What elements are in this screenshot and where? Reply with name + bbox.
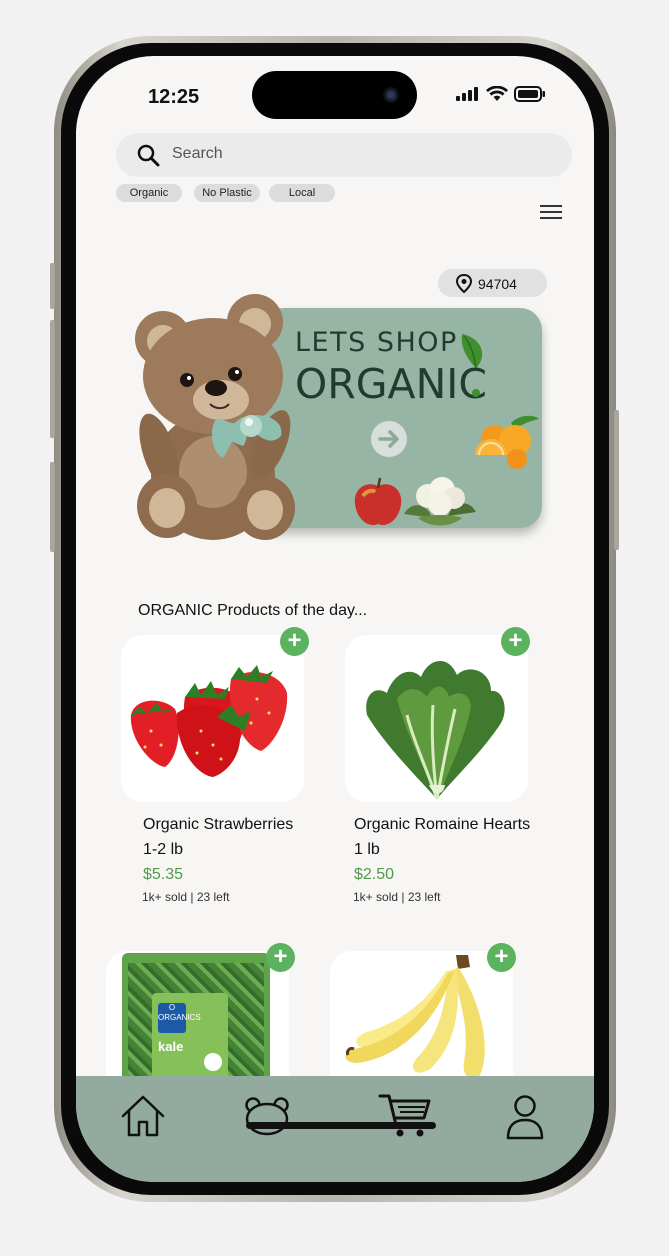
app-screen: 12:25 Search Organic No Plastic Local 94… bbox=[76, 56, 594, 1182]
product-card-romaine[interactable] bbox=[345, 635, 528, 802]
product-price: $2.50 bbox=[354, 866, 395, 883]
product-price: $5.35 bbox=[143, 866, 184, 883]
power-button bbox=[614, 410, 619, 550]
brand-logo: O ORGANICS bbox=[158, 1003, 201, 1033]
add-to-cart-button[interactable]: + bbox=[280, 627, 309, 656]
cart-icon[interactable] bbox=[378, 1093, 432, 1139]
product-card-strawberries[interactable] bbox=[121, 635, 304, 802]
add-to-cart-button[interactable]: + bbox=[501, 627, 530, 656]
product-weight: 1 lb bbox=[354, 841, 380, 858]
filter-chip-organic[interactable]: Organic bbox=[116, 184, 182, 202]
status-time: 12:25 bbox=[148, 86, 200, 108]
filter-chip-no-plastic[interactable]: No Plastic bbox=[194, 184, 260, 202]
volume-down-button bbox=[50, 462, 55, 552]
arrow-right-icon bbox=[378, 430, 399, 448]
strawberries-image bbox=[130, 665, 288, 777]
wifi-icon bbox=[486, 86, 508, 101]
dynamic-island bbox=[252, 71, 417, 119]
product-stock: 1k+ sold | 23 left bbox=[353, 890, 441, 904]
add-to-cart-button[interactable]: + bbox=[487, 943, 516, 972]
volume-up-button bbox=[50, 320, 55, 438]
apple-image bbox=[354, 477, 402, 526]
menu-icon[interactable] bbox=[540, 205, 562, 219]
section-title: ORGANIC Products of the day... bbox=[138, 602, 368, 619]
search-icon bbox=[137, 144, 160, 167]
cauliflower-image bbox=[404, 477, 476, 526]
status-icons bbox=[456, 86, 546, 102]
search-bar[interactable]: Search bbox=[116, 133, 572, 177]
home-icon[interactable] bbox=[120, 1094, 166, 1138]
profile-icon[interactable] bbox=[506, 1094, 544, 1140]
product-weight: 1-2 lb bbox=[143, 841, 184, 858]
product-name: Organic Romaine Hearts bbox=[354, 816, 531, 833]
bottom-nav-bar bbox=[76, 1076, 594, 1182]
teddy-bear-image bbox=[135, 294, 295, 540]
banner-arrow-button[interactable] bbox=[371, 421, 407, 457]
zip-code: 94704 bbox=[478, 276, 517, 292]
signal-icon bbox=[456, 87, 478, 101]
package-label: kale bbox=[158, 1039, 184, 1054]
filter-chip-local[interactable]: Local bbox=[269, 184, 335, 202]
location-button[interactable]: 94704 bbox=[438, 269, 547, 297]
usda-seal-icon bbox=[204, 1053, 222, 1071]
search-input[interactable]: Search bbox=[172, 145, 223, 163]
camera-icon bbox=[383, 87, 399, 103]
romaine-image bbox=[366, 660, 505, 800]
bear-icon[interactable] bbox=[244, 1096, 290, 1136]
action-button bbox=[50, 263, 55, 309]
leaf-icon bbox=[461, 334, 483, 397]
product-name: Organic Strawberries bbox=[143, 816, 294, 833]
add-to-cart-button[interactable]: + bbox=[266, 943, 295, 972]
oranges-image bbox=[475, 415, 539, 469]
home-indicator[interactable] bbox=[246, 1122, 436, 1129]
banner-headline: LETS SHOP bbox=[295, 327, 458, 358]
battery-icon bbox=[514, 86, 545, 102]
product-stock: 1k+ sold | 23 left bbox=[142, 890, 230, 904]
location-pin-icon bbox=[456, 274, 472, 293]
